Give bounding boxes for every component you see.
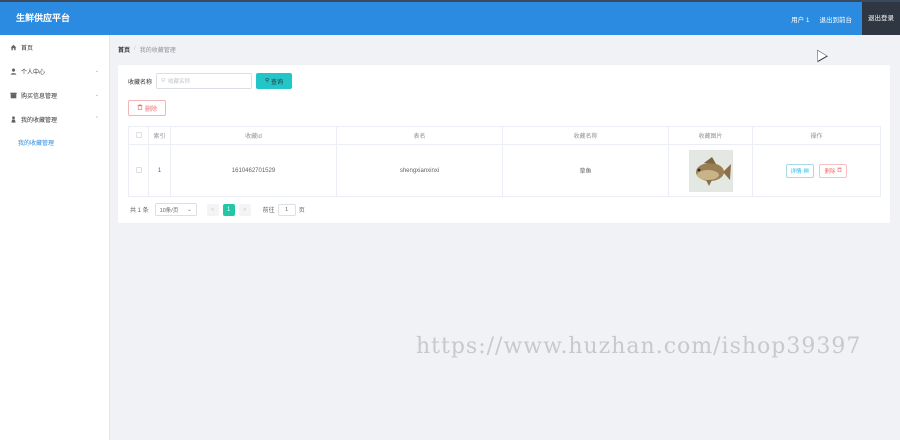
search-button-label: 查询 [271,79,284,86]
select-all-checkbox[interactable] [135,131,142,138]
top-navbar: 生鲜供应平台 用户 1 退出到前台 退出登录 [0,0,900,35]
column-header-id: 收藏id [170,126,337,145]
goto-label: 前往 [262,208,275,214]
chevron-right-icon: > [243,206,247,213]
chevron-down-icon: ⌄ [94,68,99,74]
sidebar-item-label: 个人中心 [21,69,46,76]
pagination-total: 共 1 条 [130,208,149,214]
search-input[interactable]: ⚲ 收藏名称 [156,73,253,89]
page-size-value: 10条/页 [159,207,179,214]
back-to-front-link[interactable]: 退出到前台 [820,14,853,24]
sidebar-item-personal-center[interactable]: 个人中心 ⌄ [0,59,109,83]
cell-index: 1 [148,144,171,197]
row-select-cell[interactable] [128,144,149,197]
next-page-button[interactable]: > [238,203,251,216]
breadcrumb-home[interactable]: 首页 [118,45,130,54]
trash-icon [137,104,143,112]
column-header-actions: 操作 [752,126,881,145]
sidebar: 首页 个人中心 ⌄ 购买信息管理 ⌄ 我的收藏管理 ⌃ 我的收藏管理 [0,35,110,440]
search-label: 收藏名称 [128,79,153,86]
search-placeholder: 收藏名称 [168,79,191,85]
user-name: 用户 1 [791,16,810,24]
batch-delete-button[interactable]: 删除 [128,100,166,116]
cell-name: 草鱼 [502,144,669,197]
top-right-actions: 用户 1 退出到前台 退出登录 [791,2,900,35]
user-icon [10,68,17,75]
cell-table-name: shengxianxinxi [336,144,503,197]
goto-page-input[interactable]: 1 [277,203,296,216]
search-icon: ⚲ [264,78,270,84]
prev-page-button[interactable]: < [206,203,219,216]
person-icon [10,115,17,123]
detail-button-label: 详情 [790,168,802,175]
page-jump: 前往 1 页 [262,203,305,216]
logout-button[interactable]: 退出登录 [862,2,900,35]
store-icon [10,92,17,99]
column-header-table-name: 表名 [336,126,503,145]
favorite-image [688,149,733,192]
sidebar-item-home[interactable]: 首页 [0,35,109,59]
search-icon: ⚲ [161,78,166,84]
submenu-item-label: 我的收藏管理 [18,140,55,147]
table-row: 1 1610462701529 shengxianxinxi 草鱼 详情 ▤ 删… [128,144,881,197]
breadcrumb-current: 我的收藏管理 [139,47,176,54]
column-header-image: 收藏图片 [668,126,753,145]
page-size-select[interactable]: 10条/页 ⌄ [154,203,197,216]
sidebar-item-label: 我的收藏管理 [21,117,58,124]
delete-button-label: 删除 [144,106,157,113]
search-form: 收藏名称 ⚲ 收藏名称 ⚲ 查询 [128,73,293,89]
column-header-name: 收藏名称 [502,126,669,145]
cell-id: 1610462701529 [170,144,337,197]
row-checkbox[interactable] [135,166,142,173]
chevron-left-icon: < [211,206,215,213]
content-header: 首页 / 我的收藏管理 [118,40,890,58]
table-header-row: 索引 收藏id 表名 收藏名称 收藏图片 操作 [128,126,881,145]
search-button[interactable]: ⚲ 查询 [256,73,293,89]
home-icon [10,44,17,51]
select-all-cell[interactable] [128,126,149,145]
sidebar-item-label: 购买信息管理 [21,93,58,100]
watermark-text: https://www.huzhan.com/ishop39397 [416,334,862,359]
chevron-down-icon: ⌄ [187,206,192,213]
pagination: 共 1 条 10条/页 ⌄ < 1 > 前往 1 页 [130,203,305,216]
breadcrumb: 首页 / 我的收藏管理 [118,40,890,58]
page-unit-label: 页 [298,208,305,214]
submenu-item-my-favorites[interactable]: 我的收藏管理 [0,131,109,153]
trash-icon [837,167,842,174]
app-title: 生鲜供应平台 [16,13,71,23]
sidebar-item-purchase-info[interactable]: 购买信息管理 ⌄ [0,83,109,107]
sidebar-item-label: 首页 [21,45,34,52]
chevron-down-icon: ⌄ [94,92,99,98]
cell-image [668,144,753,197]
sidebar-item-my-favorites[interactable]: 我的收藏管理 ⌃ [0,107,109,131]
document-icon: ▤ [803,167,809,174]
chevron-up-icon: ⌃ [94,116,99,122]
row-delete-button[interactable]: 删除 [819,163,848,178]
column-header-index: 索引 [148,126,171,145]
cell-actions: 详情 ▤ 删除 [752,144,881,197]
breadcrumb-separator: / [134,46,136,52]
row-delete-button-label: 删除 [824,168,836,175]
page-number-button[interactable]: 1 [222,203,235,216]
main-panel: 收藏名称 ⚲ 收藏名称 ⚲ 查询 删除 索引 收藏id 表名 收藏名称 收藏图片 [118,65,890,223]
detail-button[interactable]: 详情 ▤ [785,163,814,178]
favorites-table: 索引 收藏id 表名 收藏名称 收藏图片 操作 1 1610462701529 … [128,126,881,197]
